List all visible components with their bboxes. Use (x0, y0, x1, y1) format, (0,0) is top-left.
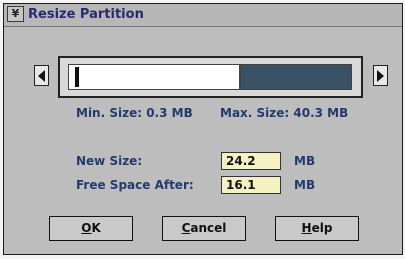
slider-used-region (68, 64, 249, 90)
free-space-after-input[interactable]: 16.1 (221, 176, 281, 194)
free-space-after-label: Free Space After: (76, 178, 194, 192)
ok-button[interactable]: OK (49, 216, 133, 241)
help-button[interactable]: Help (275, 216, 359, 241)
system-menu-icon[interactable]: ¥ (7, 6, 24, 22)
help-mnemonic: H (301, 221, 312, 235)
new-size-unit: MB (294, 154, 316, 168)
free-space-after-unit: MB (294, 178, 316, 192)
help-label-rest: elp (311, 221, 333, 235)
max-size-label: Max. Size: 40.3 MB (220, 106, 349, 120)
right-arrow-icon (377, 70, 384, 82)
slider-free-region (240, 64, 352, 90)
new-size-label: New Size: (76, 154, 143, 168)
ok-mnemonic: O (81, 221, 92, 235)
new-size-input[interactable]: 24.2 (221, 152, 281, 170)
resize-partition-dialog: ¥ Resize Partition Min. Size: 0.3 MB Max… (3, 3, 403, 255)
min-size-label: Min. Size: 0.3 MB (76, 106, 193, 120)
left-arrow-icon (38, 70, 45, 82)
partition-size-slider[interactable] (58, 56, 363, 98)
slider-start-handle[interactable] (75, 67, 79, 87)
grow-arrow-button[interactable] (373, 65, 388, 86)
ok-label-rest: K (91, 221, 101, 235)
dialog-title: Resize Partition (28, 7, 144, 22)
title-bar[interactable]: ¥ Resize Partition (4, 4, 402, 27)
cancel-button[interactable]: Cancel (162, 216, 246, 241)
cancel-label-rest: ancel (190, 221, 227, 235)
shrink-arrow-button[interactable] (34, 65, 49, 86)
